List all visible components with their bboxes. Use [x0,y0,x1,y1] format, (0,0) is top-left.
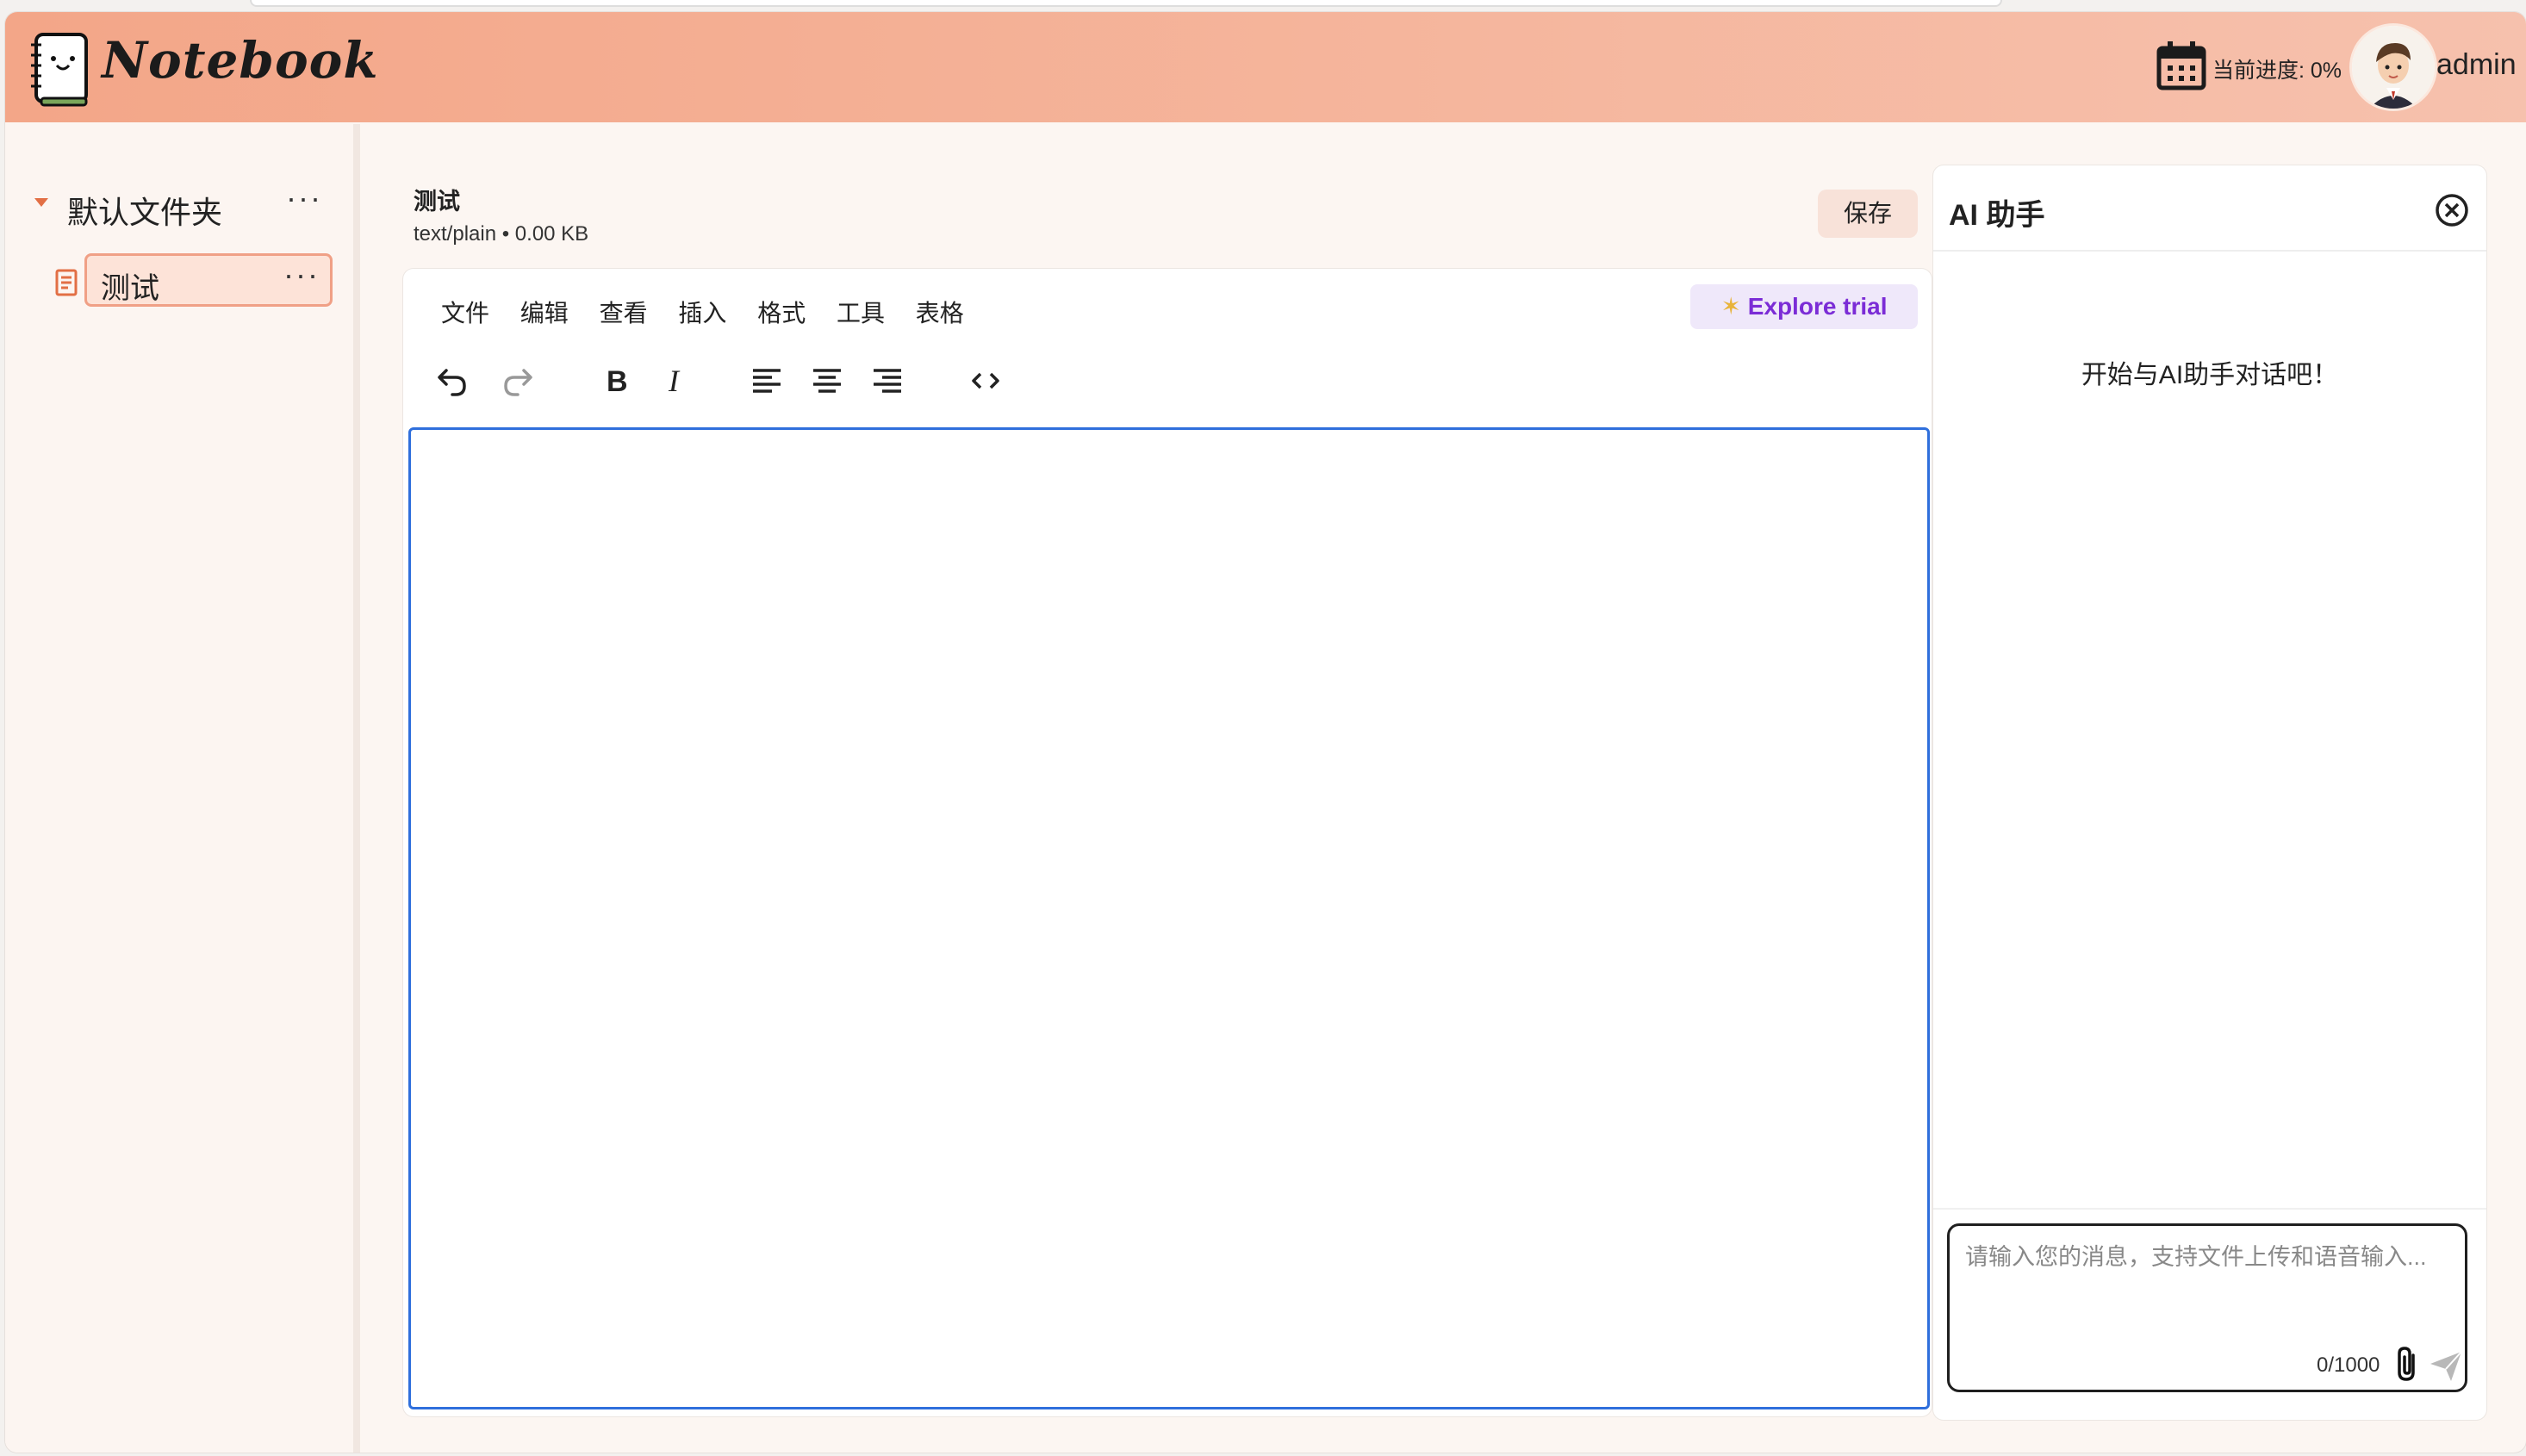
svg-text:B: B [607,365,628,398]
folder-item[interactable]: 默认文件夹 ··· [26,181,336,230]
calendar-icon[interactable] [2156,40,2207,91]
file-label: 测试 [101,272,159,305]
close-icon[interactable] [2433,191,2471,229]
undo-icon[interactable] [434,362,472,400]
align-center-icon[interactable] [808,362,846,400]
document-title: 测试 [414,189,460,215]
sidebar-resize-handle[interactable] [353,124,360,1453]
code-icon[interactable] [967,362,1005,400]
save-button[interactable]: 保存 [1818,190,1918,238]
ai-panel-title: AI 助手 [1949,199,2045,232]
document-meta: text/plain • 0.00 KB [414,222,589,246]
app-header: Notebook 当前进度: 0% admin [5,12,2526,122]
ai-panel-divider [1933,250,2486,252]
folder-more-icon[interactable]: ··· [286,183,322,214]
explore-trial-button[interactable]: ✶ Explore trial [1690,284,1918,329]
italic-icon[interactable]: I [656,362,694,400]
svg-text:I: I [668,364,681,398]
paperclip-icon[interactable] [2391,1345,2423,1383]
sidebar [5,124,353,1453]
document-icon [55,269,78,296]
app-logo-text: Notebook [102,31,379,90]
char-count: 0/1000 [2317,1353,2380,1377]
menu-format[interactable]: 格式 [757,300,806,327]
menu-table[interactable]: 表格 [916,300,964,327]
sparkle-icon: ✶ [1720,293,1741,320]
app-frame: Notebook 当前进度: 0% admin 默认文件夹 ··· 测试 ···… [5,12,2526,1453]
user-avatar-icon [2352,26,2435,109]
menu-view[interactable]: 查看 [600,300,648,327]
notebook-logo-icon [31,33,88,107]
caret-down-icon[interactable] [34,198,48,207]
ai-input-placeholder: 请输入您的消息，支持文件上传和语音输入... [1965,1244,2427,1270]
menu-file[interactable]: 文件 [441,300,489,327]
editor-card: 文件 编辑 查看 插入 格式 工具 表格 ✶ Explore trial B I [403,269,1932,1416]
ai-message-input[interactable]: 请输入您的消息，支持文件上传和语音输入... 0/1000 [1947,1223,2467,1392]
ai-welcome-text: 开始与AI助手对话吧！ [2081,361,2339,389]
bold-icon[interactable]: B [596,362,634,400]
send-icon[interactable] [2427,1347,2465,1384]
editor-content-area[interactable] [408,427,1930,1409]
explore-label: Explore trial [1747,293,1888,320]
align-right-icon[interactable] [868,362,906,400]
menu-insert[interactable]: 插入 [678,300,726,327]
align-left-icon[interactable] [748,362,786,400]
ai-assistant-panel: AI 助手 开始与AI助手对话吧！ 请输入您的消息，支持文件上传和语音输入...… [1933,165,2486,1420]
sidebar-item-file[interactable]: 测试 ··· [84,253,333,307]
file-more-icon[interactable]: ··· [283,259,320,290]
browser-top-strip [250,0,2002,7]
username[interactable]: admin [2436,48,2517,82]
folder-label: 默认文件夹 [67,195,223,230]
progress-text: 当前进度: 0% [2212,59,2342,83]
menu-tools[interactable]: 工具 [837,300,885,327]
redo-icon[interactable] [498,362,536,400]
menu-edit[interactable]: 编辑 [520,300,569,327]
ai-input-divider [1933,1208,2486,1210]
editor-menubar: 文件 编辑 查看 插入 格式 工具 表格 [441,295,988,329]
avatar[interactable] [2352,26,2435,109]
